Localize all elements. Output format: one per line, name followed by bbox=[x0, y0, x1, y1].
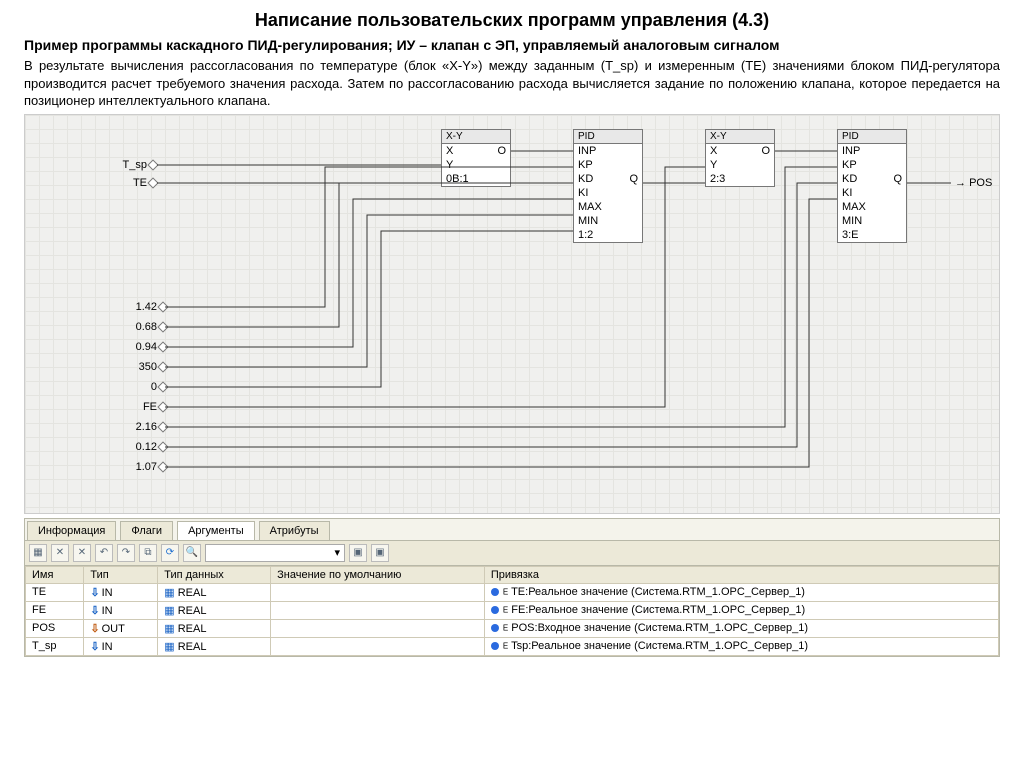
copy-icon[interactable]: ⧉ bbox=[139, 544, 157, 562]
col-default[interactable]: Значение по умолчанию bbox=[271, 566, 485, 583]
arguments-table: Имя Тип Тип данных Значение по умолчанию… bbox=[25, 566, 999, 656]
col-type[interactable]: Тип bbox=[84, 566, 158, 583]
tabs: Информация Флаги Аргументы Атрибуты bbox=[25, 519, 999, 541]
redo-icon[interactable]: ↷ bbox=[117, 544, 135, 562]
col-name[interactable]: Имя bbox=[26, 566, 84, 583]
table-row[interactable]: POS⇩OUT▦ REALE POS:Входное значение (Сис… bbox=[26, 619, 999, 637]
description: В результате вычисления рассогласования … bbox=[24, 57, 1000, 110]
fbd-diagram: T_sp TE 1.420.680.943500FE2.160.121.07 X… bbox=[24, 114, 1000, 514]
undo-icon[interactable]: ↶ bbox=[95, 544, 113, 562]
tab-attributes[interactable]: Атрибуты bbox=[259, 521, 330, 540]
refresh-icon[interactable]: ⟳ bbox=[161, 544, 179, 562]
chevron-down-icon: ▾ bbox=[334, 546, 340, 559]
page-title: Написание пользовательских программ упра… bbox=[0, 10, 1024, 31]
toolbar-del-icon[interactable]: ✕ bbox=[51, 544, 69, 562]
toolbar-btn-a-icon[interactable]: ▣ bbox=[349, 544, 367, 562]
table-row[interactable]: T_sp⇩IN▦ REALE Tsp:Реальное значение (Си… bbox=[26, 637, 999, 655]
toolbar-btn-b-icon[interactable]: ▣ bbox=[371, 544, 389, 562]
wires bbox=[25, 115, 999, 513]
toolbar-del2-icon[interactable]: ✕ bbox=[73, 544, 91, 562]
toolbar: ▦ ✕ ✕ ↶ ↷ ⧉ ⟳ 🔍 ▾ ▣ ▣ bbox=[25, 541, 999, 566]
toolbar-new-icon[interactable]: ▦ bbox=[29, 544, 47, 562]
table-row[interactable]: FE⇩IN▦ REALE FE:Реальное значение (Систе… bbox=[26, 601, 999, 619]
col-dtype[interactable]: Тип данных bbox=[158, 566, 271, 583]
tab-arguments[interactable]: Аргументы bbox=[177, 521, 255, 540]
col-bind[interactable]: Привязка bbox=[484, 566, 998, 583]
find-icon[interactable]: 🔍 bbox=[183, 544, 201, 562]
filter-combo[interactable]: ▾ bbox=[205, 544, 345, 562]
tab-info[interactable]: Информация bbox=[27, 521, 116, 540]
properties-panel: Информация Флаги Аргументы Атрибуты ▦ ✕ … bbox=[24, 518, 1000, 657]
tab-flags[interactable]: Флаги bbox=[120, 521, 173, 540]
subtitle: Пример программы каскадного ПИД-регулиро… bbox=[24, 37, 1000, 53]
table-row[interactable]: TE⇩IN▦ REALE TE:Реальное значение (Систе… bbox=[26, 583, 999, 601]
